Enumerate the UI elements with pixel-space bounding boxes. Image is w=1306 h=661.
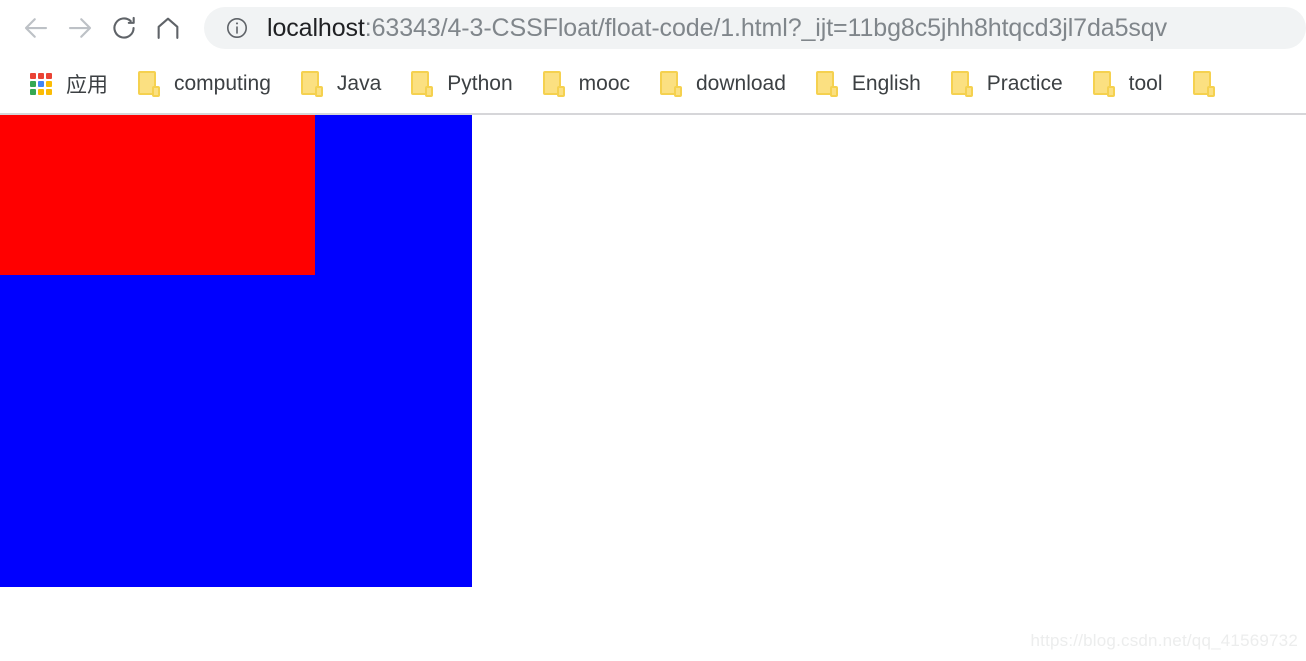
url-text: localhost:63343/4-3-CSSFloat/float-code/… [267,7,1167,49]
folder-icon [411,71,434,97]
watermark-text: https://blog.csdn.net/qq_41569732 [1030,631,1298,650]
forward-button[interactable] [58,6,102,50]
bookmark-label-practice: Practice [986,72,1063,95]
bookmark-python[interactable]: Python [403,64,520,104]
home-button[interactable] [146,6,190,50]
bookmarks-bar: 应用 computing Java Python mooc download E… [0,55,1306,113]
arrow-left-icon [21,13,51,43]
address-bar[interactable]: localhost:63343/4-3-CSSFloat/float-code/… [204,6,1306,49]
url-host: localhost [267,13,365,42]
folder-icon [138,71,160,97]
folder-icon [1092,71,1115,97]
bookmark-tool[interactable]: tool [1085,64,1171,104]
bookmark-label-tool: tool [1128,72,1163,95]
back-button[interactable] [14,6,58,50]
bookmark-label-python: Python [447,72,513,95]
bookmark-mooc[interactable]: mooc [535,64,638,104]
folder-icon [300,71,323,97]
folder-icon [815,71,838,97]
folder-icon [950,71,973,97]
bookmark-java[interactable]: Java [293,64,389,104]
arrow-right-icon [65,13,95,43]
bookmark-label-computing: computing [174,72,271,95]
info-circle-icon[interactable] [225,16,249,40]
red-box [0,115,315,275]
bookmark-label-apps: 应用 [66,73,108,97]
bookmark-label-mooc: mooc [578,72,630,95]
bookmark-label-java: Java [336,72,382,95]
apps-grid-icon [30,73,52,95]
bookmark-download[interactable]: download [652,64,794,104]
bookmark-label-english: English [851,72,921,95]
bookmark-overflow[interactable] [1185,64,1237,104]
folder-icon [542,71,565,97]
reload-icon [110,14,138,42]
folder-icon [660,71,682,97]
bookmark-computing[interactable]: computing [130,64,279,104]
browser-toolbar: localhost:63343/4-3-CSSFloat/float-code/… [0,0,1306,55]
bookmark-practice[interactable]: Practice [943,64,1071,104]
reload-button[interactable] [102,6,146,50]
home-icon [154,14,182,42]
bookmark-label-download: download [696,72,786,95]
url-path: :63343/4-3-CSSFloat/float-code/1.html?_i… [364,13,1167,42]
bookmark-english[interactable]: English [808,64,929,104]
page-viewport: https://blog.csdn.net/qq_41569732 [0,115,1306,661]
bookmark-apps[interactable]: 应用 [22,64,116,104]
folder-icon [1192,71,1215,97]
browser-chrome: localhost:63343/4-3-CSSFloat/float-code/… [0,0,1306,115]
